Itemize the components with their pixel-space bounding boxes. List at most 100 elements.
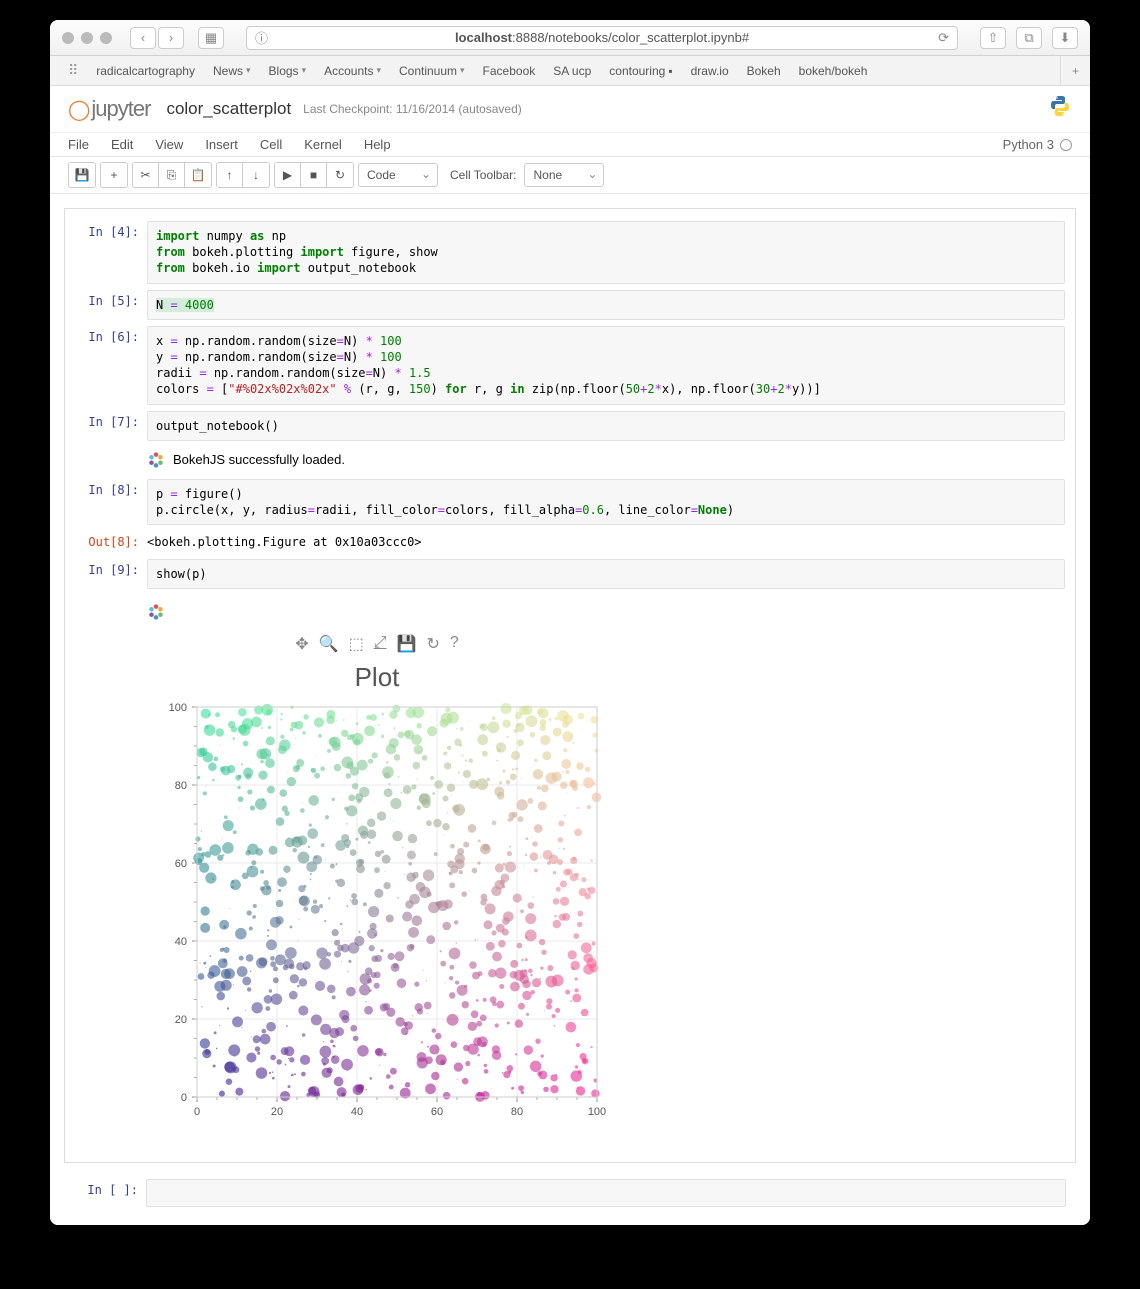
downloads-icon[interactable]: ⬇ [1052, 27, 1078, 49]
resize-tool-icon[interactable]: ⤢ [374, 634, 387, 654]
in-prompt: In [5]: [75, 290, 147, 320]
bookmark-item[interactable]: Bokeh [747, 64, 781, 78]
cut-button[interactable]: ✂ [133, 163, 159, 187]
share-icon[interactable]: ⇧ [980, 27, 1006, 49]
url-path: :8888/notebooks/color_scatterplot.ipynb# [512, 30, 749, 45]
code-cell[interactable]: In [6]: x = np.random.random(size=N) * 1… [65, 324, 1075, 407]
menu-cell[interactable]: Cell [260, 137, 282, 152]
bookmark-item[interactable]: draw.io [691, 64, 729, 78]
reset-tool-icon[interactable]: ↻ [426, 634, 439, 654]
forward-button[interactable]: › [158, 27, 184, 49]
svg-text:40: 40 [351, 1106, 363, 1118]
jupyter-logo[interactable]: ◯jupyter [68, 96, 150, 122]
in-prompt: In [8]: [75, 479, 147, 525]
apps-icon[interactable]: ⠿ [68, 62, 78, 79]
browser-window: ‹ › ▦ ⓘ localhost:8888/notebooks/color_s… [50, 20, 1090, 1225]
kernel-name: Python 3 [1003, 137, 1054, 152]
svg-text:0: 0 [194, 1106, 200, 1118]
svg-text:20: 20 [271, 1106, 283, 1118]
bookmark-item[interactable]: Continuum▾ [399, 64, 465, 78]
plot-output: ✥ 🔍 ⬚ ⤢ 💾 ↻ ? Plot 020406080100020406080… [65, 593, 1075, 1152]
toolbar: 💾 + ✂ ⎘ 📋 ↑ ↓ ▶ ■ ↻ Code Cell Toolbar: N… [50, 157, 1090, 194]
bookmark-item[interactable]: radicalcartography [96, 64, 195, 78]
checkpoint-label: Last Checkpoint: 11/16/2014 (autosaved) [303, 102, 522, 116]
move-down-button[interactable]: ↓ [243, 163, 269, 187]
in-prompt: In [ ]: [74, 1179, 146, 1207]
save-button[interactable]: 💾 [69, 163, 95, 187]
bookmark-item[interactable]: bokeh/bokeh [799, 64, 868, 78]
plot-title: Plot [147, 662, 607, 693]
output-cell: Out[8]: <bokeh.plotting.Figure at 0x10a0… [65, 529, 1075, 555]
menu-help[interactable]: Help [364, 137, 391, 152]
titlebar: ‹ › ▦ ⓘ localhost:8888/notebooks/color_s… [50, 20, 1090, 56]
python-logo-icon [1048, 94, 1072, 124]
cell-toolbar-label: Cell Toolbar: [450, 168, 516, 182]
empty-code[interactable] [146, 1179, 1066, 1207]
bookmark-item[interactable]: SA ucp [553, 64, 591, 78]
output-cell: BokehJS successfully loaded. [65, 445, 1075, 475]
svg-text:80: 80 [175, 780, 187, 792]
move-up-button[interactable]: ↑ [217, 163, 243, 187]
scatter-plot[interactable]: 020406080100020406080100 [147, 697, 607, 1137]
stop-button[interactable]: ■ [301, 163, 327, 187]
box-zoom-icon[interactable]: ⬚ [349, 634, 364, 654]
in-prompt: In [7]: [75, 411, 147, 441]
back-button[interactable]: ‹ [130, 27, 156, 49]
bookmark-item[interactable]: Accounts▾ [324, 64, 381, 78]
menu-file[interactable]: File [68, 137, 89, 152]
code-cell[interactable]: In [7]: output_notebook() [65, 409, 1075, 443]
bookmark-item[interactable]: Blogs▾ [269, 64, 307, 78]
code[interactable]: x = np.random.random(size=N) * 100 y = n… [156, 333, 1056, 398]
svg-text:20: 20 [175, 1014, 187, 1026]
cell-toolbar-select[interactable]: None [524, 163, 604, 187]
maximize-icon[interactable] [100, 32, 112, 44]
bokeh-loaded-text: BokehJS successfully loaded. [173, 452, 345, 467]
run-button[interactable]: ▶ [275, 163, 301, 187]
code-cell[interactable]: In [9]: show(p) [65, 557, 1075, 591]
code[interactable]: N = 4000 [156, 297, 1056, 313]
bookmark-item[interactable]: Facebook [483, 64, 536, 78]
tabs-icon[interactable]: ⧉ [1016, 27, 1042, 49]
sidebar-toggle-button[interactable]: ▦ [198, 27, 224, 49]
code-cell[interactable]: In [ ]: [64, 1177, 1076, 1209]
bokeh-logo-icon [147, 603, 165, 621]
help-tool-icon[interactable]: ? [450, 634, 459, 654]
code-cell[interactable]: In [5]: N = 4000 [65, 288, 1075, 322]
code-cell[interactable]: In [4]: import numpy as np from bokeh.pl… [65, 219, 1075, 286]
menu-kernel[interactable]: Kernel [304, 137, 342, 152]
code[interactable]: p = figure() p.circle(x, y, radius=radii… [156, 486, 1056, 518]
code[interactable]: import numpy as np from bokeh.plotting i… [156, 228, 1056, 277]
paste-button[interactable]: 📋 [185, 163, 211, 187]
copy-button[interactable]: ⎘ [159, 163, 185, 187]
restart-button[interactable]: ↻ [327, 163, 353, 187]
bookmark-item[interactable]: contouring ▪ [609, 64, 672, 78]
save-tool-icon[interactable]: 💾 [397, 634, 417, 654]
in-prompt: In [6]: [75, 326, 147, 405]
url-bar[interactable]: ⓘ localhost:8888/notebooks/color_scatter… [246, 26, 958, 50]
notebook-area: In [4]: import numpy as np from bokeh.pl… [50, 194, 1090, 1225]
bookmarks-bar: ⠿ radicalcartography News▾ Blogs▾ Accoun… [50, 56, 1090, 86]
cell-type-select[interactable]: Code [358, 163, 438, 187]
in-prompt: In [9]: [75, 559, 147, 589]
add-cell-button[interactable]: + [101, 163, 127, 187]
svg-text:80: 80 [511, 1106, 523, 1118]
plot-toolbar: ✥ 🔍 ⬚ ⤢ 💾 ↻ ? [147, 630, 607, 658]
close-icon[interactable] [62, 32, 74, 44]
code[interactable]: show(p) [156, 566, 1056, 582]
pan-tool-icon[interactable]: ✥ [295, 634, 308, 654]
window-controls [62, 32, 112, 44]
menu-insert[interactable]: Insert [205, 137, 238, 152]
output-text: <bokeh.plotting.Figure at 0x10a03ccc0> [147, 531, 1065, 553]
notebook-title[interactable]: color_scatterplot [166, 99, 291, 119]
menu-view[interactable]: View [155, 137, 183, 152]
menu-edit[interactable]: Edit [111, 137, 133, 152]
code[interactable]: output_notebook() [156, 418, 1056, 434]
bookmark-item[interactable]: News▾ [213, 64, 251, 78]
reload-icon[interactable]: ⟳ [938, 30, 949, 46]
new-tab-button[interactable]: + [1060, 56, 1090, 86]
zoom-tool-icon[interactable]: 🔍 [319, 634, 339, 654]
in-prompt: In [4]: [75, 221, 147, 284]
code-cell[interactable]: In [8]: p = figure() p.circle(x, y, radi… [65, 477, 1075, 527]
svg-text:60: 60 [431, 1106, 443, 1118]
minimize-icon[interactable] [81, 32, 93, 44]
